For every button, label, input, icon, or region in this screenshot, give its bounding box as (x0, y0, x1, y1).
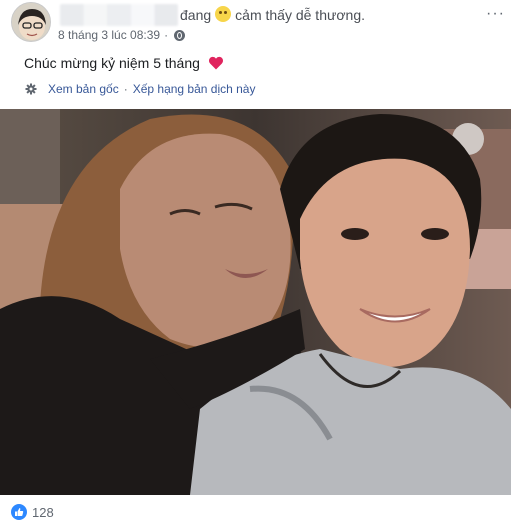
globe-icon[interactable] (174, 29, 186, 41)
author-name-redacted[interactable] (60, 4, 178, 26)
see-original-link[interactable]: Xem bản gốc (48, 82, 119, 96)
post-timestamp[interactable]: 8 tháng 3 lúc 08:39 (58, 28, 160, 42)
reactions-summary[interactable]: 128 (11, 504, 54, 520)
facebook-post: đang cảm thấy dễ thương. 8 tháng 3 lúc 0… (0, 0, 511, 521)
post-message: Chúc mừng kỷ niệm 5 tháng (24, 55, 200, 71)
translation-row: Xem bản gốc · Xếp hạng bản dịch này (25, 82, 255, 96)
gear-icon (25, 83, 37, 95)
post-text: Chúc mừng kỷ niệm 5 tháng (24, 55, 224, 71)
smiling-face-icon (215, 6, 232, 22)
rate-translation-link[interactable]: Xếp hạng bản dịch này (133, 82, 256, 96)
translation-separator: · (123, 82, 128, 96)
heart-icon (208, 56, 223, 70)
meta-separator: · (164, 28, 169, 42)
more-options-icon[interactable]: ··· (486, 5, 505, 23)
post-photo[interactable] (0, 109, 511, 495)
reaction-count: 128 (32, 504, 54, 520)
author-action: đang (180, 7, 212, 23)
like-icon (11, 504, 27, 520)
author-avatar[interactable] (11, 2, 51, 42)
feeling-line: đang cảm thấy dễ thương. (180, 6, 365, 23)
feeling-text[interactable]: cảm thấy dễ thương. (235, 7, 365, 23)
post-meta: 8 tháng 3 lúc 08:39 · (58, 28, 186, 42)
